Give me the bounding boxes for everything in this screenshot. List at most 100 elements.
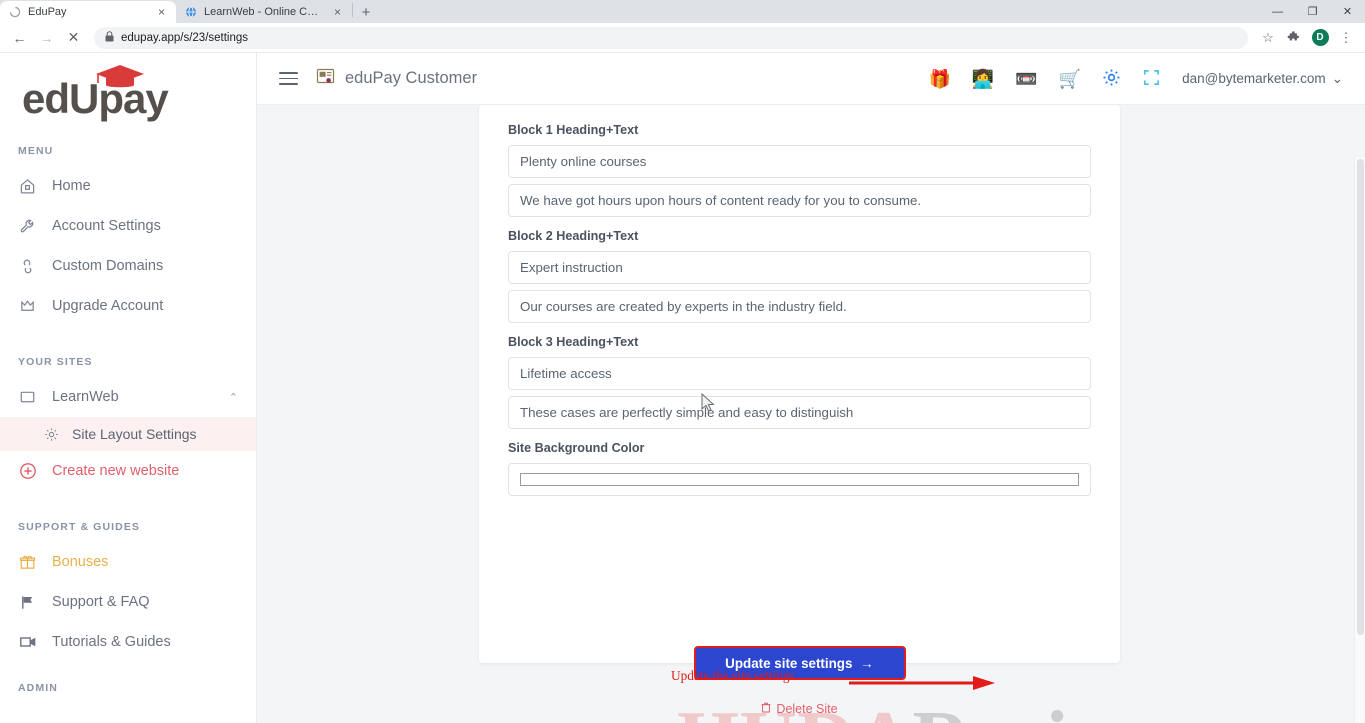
block-2-heading-input[interactable]: Expert instruction <box>508 251 1091 284</box>
lock-icon <box>105 30 114 45</box>
block-3-heading-input[interactable]: Lifetime access <box>508 357 1091 390</box>
trash-icon <box>761 702 771 716</box>
back-icon[interactable]: ← <box>7 25 32 50</box>
sidebar-item-account-settings[interactable]: Account Settings <box>0 206 256 246</box>
address-bar[interactable]: edupay.app/s/23/settings <box>94 26 1248 49</box>
scrollbar-thumb[interactable] <box>1357 159 1364 635</box>
sidebar: edUpay MENU Home Account Settings Custom… <box>0 53 257 723</box>
sidebar-item-label: Custom Domains <box>52 258 164 274</box>
sidebar-item-create-new-website[interactable]: Create new website <box>0 451 256 491</box>
chevron-up-icon[interactable]: ⌃ <box>229 391 238 404</box>
block-3-text-input[interactable]: These cases are perfectly simple and eas… <box>508 396 1091 429</box>
minimize-icon[interactable]: — <box>1260 0 1295 23</box>
arrow-right-icon: → <box>860 655 874 671</box>
site-layout-settings-card: Block 1 Heading+Text Plenty online cours… <box>479 105 1120 680</box>
flag-icon <box>18 593 37 612</box>
browser-tab-strip: EduPay × LearnWeb - Online Courses × + —… <box>0 0 1365 23</box>
tab-title: EduPay <box>28 6 67 18</box>
sidebar-item-label: Bonuses <box>52 554 109 570</box>
sidebar-item-support-faq[interactable]: Support & FAQ <box>0 582 256 622</box>
browser-menu-icon[interactable]: ⋮ <box>1334 26 1358 50</box>
hamburger-icon[interactable] <box>279 72 298 85</box>
browser-tab-edupay[interactable]: EduPay × <box>0 1 176 23</box>
sidebar-item-custom-domains[interactable]: Custom Domains <box>0 246 256 286</box>
globe-icon <box>184 6 197 19</box>
gift-icon[interactable]: 🎁 <box>928 70 950 88</box>
window-close-icon[interactable]: ✕ <box>1330 0 1365 23</box>
edupay-logo[interactable]: edUpay <box>0 53 256 145</box>
loading-spinner-icon <box>8 6 21 19</box>
support-agent-icon[interactable]: 👩‍💻 <box>972 70 994 88</box>
forward-icon[interactable]: → <box>34 25 59 50</box>
tab-title: LearnWeb - Online Courses <box>204 6 324 18</box>
gear-icon[interactable] <box>1102 68 1121 90</box>
sidebar-item-bonuses[interactable]: Bonuses <box>0 542 256 582</box>
video-camera-icon <box>18 633 37 652</box>
delete-site-button[interactable]: Delete Site <box>479 702 1120 716</box>
annotation-callout-text: Update the site settings <box>671 668 795 683</box>
block-1-label: Block 1 Heading+Text <box>508 123 639 137</box>
vertical-scrollbar[interactable] <box>1354 157 1365 723</box>
bookmark-star-icon[interactable]: ☆ <box>1256 26 1280 50</box>
profile-avatar[interactable]: D <box>1308 26 1332 50</box>
main-area: eduPay Customer 🎁 👩‍💻 📼 🛒 dan@bytemarket… <box>257 53 1365 723</box>
mouse-cursor <box>701 393 715 412</box>
fullscreen-icon[interactable] <box>1142 68 1161 90</box>
browser-toolbar: ← → ✕ edupay.app/s/23/settings ☆ D ⋮ <box>0 23 1365 53</box>
sidebar-item-learnweb[interactable]: LearnWeb ⌃ <box>0 377 256 417</box>
sidebar-item-label: Upgrade Account <box>52 298 164 314</box>
topbar-actions: 🎁 👩‍💻 📼 🛒 dan@bytemarketer.com ⌄ <box>928 68 1343 90</box>
block-2-text-input[interactable]: Our courses are created by experts in th… <box>508 290 1091 323</box>
site-background-color-label: Site Background Color <box>508 441 645 455</box>
color-swatch <box>520 473 1079 486</box>
sidebar-item-label: LearnWeb <box>52 389 119 405</box>
logo-text: edUpay <box>22 65 169 120</box>
url-text: edupay.app/s/23/settings <box>121 31 249 44</box>
delete-site-label: Delete Site <box>776 702 838 716</box>
sidebar-item-label: Home <box>52 178 91 194</box>
video-icon[interactable]: 📼 <box>1015 70 1037 88</box>
sidebar-section-admin-title: ADMIN <box>18 682 58 694</box>
sidebar-item-label: Create new website <box>52 463 180 479</box>
user-email-text: dan@bytemarketer.com <box>1182 71 1326 86</box>
sidebar-item-home[interactable]: Home <box>0 166 256 206</box>
sidebar-item-label: Support & FAQ <box>52 594 150 610</box>
annotation-arrow <box>849 676 995 690</box>
window-controls: — ❐ ✕ <box>1260 0 1365 23</box>
close-icon[interactable]: × <box>331 6 344 19</box>
block-3-label: Block 3 Heading+Text <box>508 335 639 349</box>
home-icon <box>18 177 37 196</box>
brand-title: eduPay Customer <box>345 69 478 87</box>
block-1-text-input[interactable]: We have got hours upon hours of content … <box>508 184 1091 217</box>
stop-loading-icon[interactable]: ✕ <box>61 25 86 50</box>
chevron-down-icon: ⌄ <box>1331 70 1343 86</box>
sidebar-section-your-sites-title: YOUR SITES <box>18 356 93 368</box>
new-tab-button[interactable]: + <box>353 1 379 23</box>
sidebar-item-site-layout-settings[interactable]: Site Layout Settings <box>0 417 256 451</box>
wrench-icon <box>18 217 37 236</box>
close-icon[interactable]: × <box>155 6 168 19</box>
maximize-icon[interactable]: ❐ <box>1295 0 1330 23</box>
block-1-heading-input[interactable]: Plenty online courses <box>508 145 1091 178</box>
crown-icon <box>18 297 37 316</box>
app-shell: edUpay MENU Home Account Settings Custom… <box>0 53 1365 723</box>
block-2-label: Block 2 Heading+Text <box>508 229 639 243</box>
site-background-color-picker[interactable] <box>508 463 1091 496</box>
graduation-cap-icon <box>94 58 146 100</box>
sidebar-item-tutorials-guides[interactable]: Tutorials & Guides <box>0 622 256 662</box>
sidebar-item-label: Account Settings <box>52 218 161 234</box>
gift-icon <box>18 553 37 572</box>
browser-tab-learnweb[interactable]: LearnWeb - Online Courses × <box>176 1 352 23</box>
link-icon <box>18 257 37 276</box>
sidebar-item-label: Tutorials & Guides <box>52 634 171 650</box>
sidebar-item-label: Site Layout Settings <box>72 426 197 442</box>
content-scroll-region[interactable]: Block 1 Heading+Text Plenty online cours… <box>257 105 1365 723</box>
extensions-puzzle-icon[interactable] <box>1282 26 1306 50</box>
sidebar-item-upgrade-account[interactable]: Upgrade Account <box>0 286 256 326</box>
user-menu[interactable]: dan@bytemarketer.com ⌄ <box>1182 71 1343 87</box>
monitor-icon <box>18 388 37 407</box>
cart-icon[interactable]: 🛒 <box>1059 70 1081 88</box>
site-card-icon <box>316 67 335 91</box>
sidebar-section-support-title: SUPPORT & GUIDES <box>18 521 141 533</box>
top-navbar: eduPay Customer 🎁 👩‍💻 📼 🛒 dan@bytemarket… <box>257 53 1365 105</box>
